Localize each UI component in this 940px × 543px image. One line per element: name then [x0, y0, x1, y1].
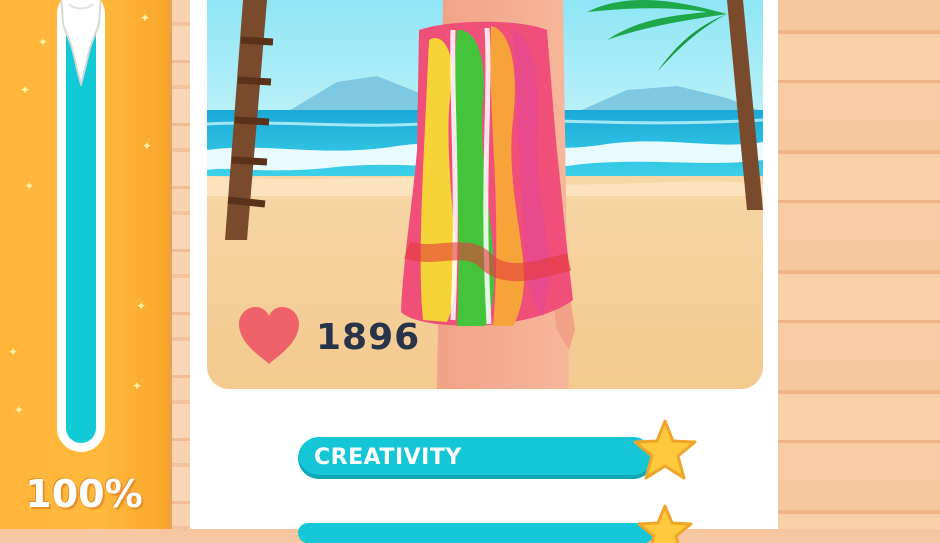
sparkle-icon: ✦	[24, 179, 35, 193]
sparkle-icon: ✦	[20, 83, 31, 97]
wood-background	[778, 0, 940, 529]
sparkle-icon: ✦	[140, 11, 151, 25]
sparkle-icon: ✦	[136, 299, 147, 313]
tooth-icon	[60, 0, 102, 86]
star-icon	[637, 504, 693, 543]
rating-label: CREATIVITY	[314, 445, 462, 470]
sparkle-icon: ✦	[8, 345, 19, 359]
likes-count: 1896	[316, 317, 421, 358]
star-icon	[633, 419, 697, 480]
sparkle-icon: ✦	[38, 35, 49, 49]
sparkle-icon: ✦	[14, 403, 25, 417]
heart-icon	[237, 306, 301, 366]
progress-percent-label: 100%	[25, 472, 143, 516]
progress-panel: ✦ ✦ ✦ ✦ ✦ ✦ ✦ ✦ ✦ ✦ 100%	[0, 0, 172, 529]
rating-bar-next	[298, 523, 654, 543]
sparkle-icon: ✦	[142, 139, 153, 153]
rating-bar-creativity: CREATIVITY	[298, 437, 654, 479]
sparkle-icon: ✦	[132, 379, 143, 393]
